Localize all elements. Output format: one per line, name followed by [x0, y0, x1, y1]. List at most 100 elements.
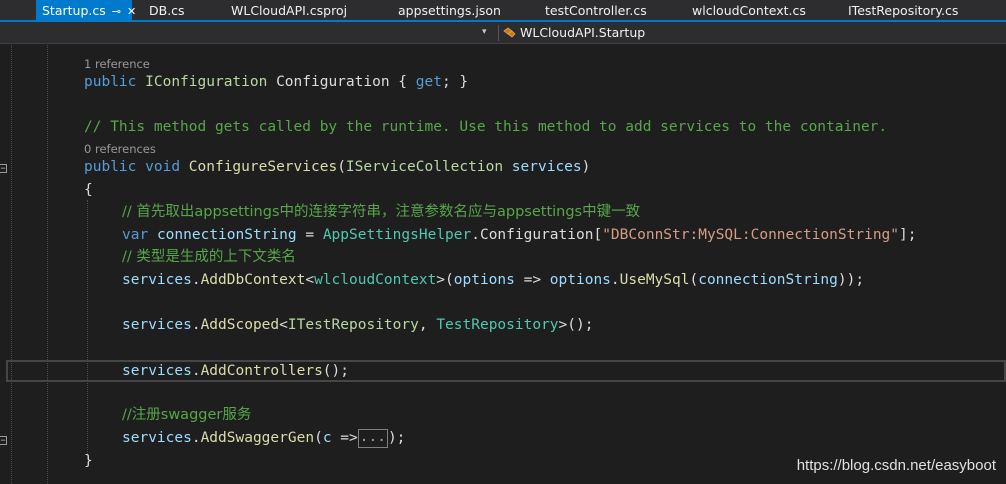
method-name: AddControllers	[200, 363, 323, 379]
punctuation: (	[314, 430, 323, 446]
class-name: wlcloudContext	[314, 272, 437, 288]
comment-text: // 类型是生成的上下文类名	[122, 249, 296, 265]
code-line-add-scoped: services.AddScoped<ITestRepository, Test…	[122, 316, 593, 334]
punctuation: .	[191, 363, 201, 379]
tab-label: ITestRepository.cs	[848, 3, 959, 18]
navigation-bar: ▾ WLCloudAPI.Startup	[0, 22, 1006, 44]
punctuation: >(	[436, 272, 454, 288]
parameter: options	[453, 272, 515, 288]
keyword: get	[415, 74, 442, 90]
method-name: UseMySql	[619, 272, 690, 288]
tab-label: wlcloudContext.cs	[692, 3, 806, 18]
code-brace-close: }	[84, 453, 93, 469]
watermark: https://blog.csdn.net/easyboot	[796, 457, 996, 474]
codelens-references[interactable]: 1 reference	[84, 57, 150, 71]
punctuation: .	[191, 272, 201, 288]
identifier: Configuration	[267, 74, 399, 90]
punctuation: ();	[322, 363, 349, 379]
code-comment: // 首先取出appsettings中的连接字符串，注意参数名应与appsett…	[122, 203, 640, 221]
collapsed-code-block[interactable]: ...	[357, 429, 388, 448]
punctuation: ];	[899, 227, 917, 243]
punctuation: ,	[418, 317, 437, 333]
punctuation: .	[191, 430, 201, 446]
pin-icon[interactable]: ⊸	[112, 1, 121, 23]
keyword: void	[145, 159, 181, 175]
identifier: services	[122, 272, 192, 288]
type-name: IConfiguration	[145, 74, 268, 90]
operator: =>	[514, 272, 550, 288]
identifier: connectionString	[698, 272, 838, 288]
method-name: ConfigureServices	[188, 159, 338, 175]
indent-guide	[47, 45, 48, 484]
document-tab-bar: Startup.cs ⊸ ✕ DB.cs WLCloudAPI.csproj app…	[0, 0, 1006, 22]
indent-guide	[11, 45, 12, 484]
punctuation: [	[593, 227, 603, 243]
tab-testcontroller-cs[interactable]: testController.cs	[545, 0, 647, 22]
codelens-references[interactable]: 0 references	[84, 142, 156, 156]
code-line-add-dbcontext: services.AddDbContext<wlcloudContext>(op…	[122, 271, 864, 289]
punctuation: .	[610, 272, 620, 288]
identifier: services	[122, 317, 192, 333]
collapse-icon[interactable]: −	[0, 436, 7, 445]
code-line-configuration-property: public IConfiguration Configuration { ge…	[84, 73, 468, 91]
tab-wlcloudcontext-cs[interactable]: wlcloudContext.cs	[692, 0, 806, 22]
tab-label: DB.cs	[149, 3, 185, 18]
punctuation: ; }	[441, 74, 469, 90]
parameter: services	[511, 159, 582, 175]
nav-divider	[498, 25, 499, 41]
punctuation: (	[337, 159, 346, 175]
class-name: TestRepository	[436, 317, 559, 333]
code-comment: // This method gets called by the runtim…	[84, 119, 888, 135]
code-comment: // 类型是生成的上下文类名	[122, 248, 296, 266]
tab-db-cs[interactable]: DB.cs	[149, 0, 185, 22]
type-dropdown[interactable]: WLCloudAPI.Startup	[520, 25, 645, 40]
punctuation: <	[279, 317, 288, 333]
method-name: AddScoped	[200, 317, 280, 333]
collapse-icon[interactable]: −	[0, 164, 7, 173]
tab-itestrepository-cs[interactable]: ITestRepository.cs	[848, 0, 958, 22]
code-comment: //注册swagger服务	[122, 406, 251, 424]
tab-label: appsettings.json	[398, 3, 501, 18]
punctuation: =	[296, 227, 323, 243]
operator: =>	[331, 430, 358, 446]
code-line-add-swaggergen: services.AddSwaggerGen(c =>...);	[122, 429, 406, 448]
comment-text: // 首先取出appsettings中的连接字符串，注意参数名应与appsett…	[122, 204, 641, 220]
method-name: AddSwaggerGen	[200, 430, 315, 446]
punctuation: );	[387, 430, 406, 446]
punctuation: (	[689, 272, 699, 288]
punctuation: )	[581, 159, 591, 175]
type-name: IServiceCollection	[345, 159, 504, 175]
identifier: services	[122, 363, 192, 379]
code-brace-open: {	[84, 182, 93, 198]
identifier: services	[122, 430, 192, 446]
property: Configuration	[479, 227, 594, 243]
punctuation: .	[191, 317, 201, 333]
tab-label: testController.cs	[545, 3, 647, 18]
class-icon	[503, 27, 516, 38]
class-name: AppSettingsHelper	[322, 227, 472, 243]
chevron-down-icon[interactable]: ▾	[482, 26, 487, 37]
tab-label: Startup.cs	[42, 3, 106, 18]
tab-startup-cs[interactable]: Startup.cs ⊸ ✕	[36, 0, 136, 23]
string-literal: "DBConnStr:MySQL:ConnectionString"	[602, 227, 900, 243]
type-name: ITestRepository	[287, 317, 419, 333]
identifier: connectionString	[156, 227, 297, 243]
parameter: options	[549, 272, 611, 288]
code-line-configureservices-signature: public void ConfigureServices(IServiceCo…	[84, 158, 590, 176]
tab-label: WLCloudAPI.csproj	[231, 3, 348, 18]
keyword: public	[84, 159, 137, 175]
close-icon[interactable]: ✕	[127, 1, 136, 23]
method-name: AddDbContext	[200, 272, 306, 288]
tab-wlcloudapi-csproj[interactable]: WLCloudAPI.csproj	[231, 0, 347, 22]
indent-guide	[87, 200, 88, 460]
punctuation: {	[398, 74, 416, 90]
punctuation: >();	[558, 317, 594, 333]
punctuation: ));	[837, 272, 865, 288]
keyword: public	[84, 74, 137, 90]
comment-text: //注册swagger服务	[122, 407, 252, 423]
punctuation: .	[471, 227, 480, 243]
tab-appsettings-json[interactable]: appsettings.json	[398, 0, 501, 22]
code-line-connection-string: var connectionString = AppSettingsHelper…	[122, 226, 916, 244]
keyword: var	[122, 227, 149, 243]
code-editor[interactable]: − − 1 reference public IConfiguration Co…	[0, 45, 1006, 484]
